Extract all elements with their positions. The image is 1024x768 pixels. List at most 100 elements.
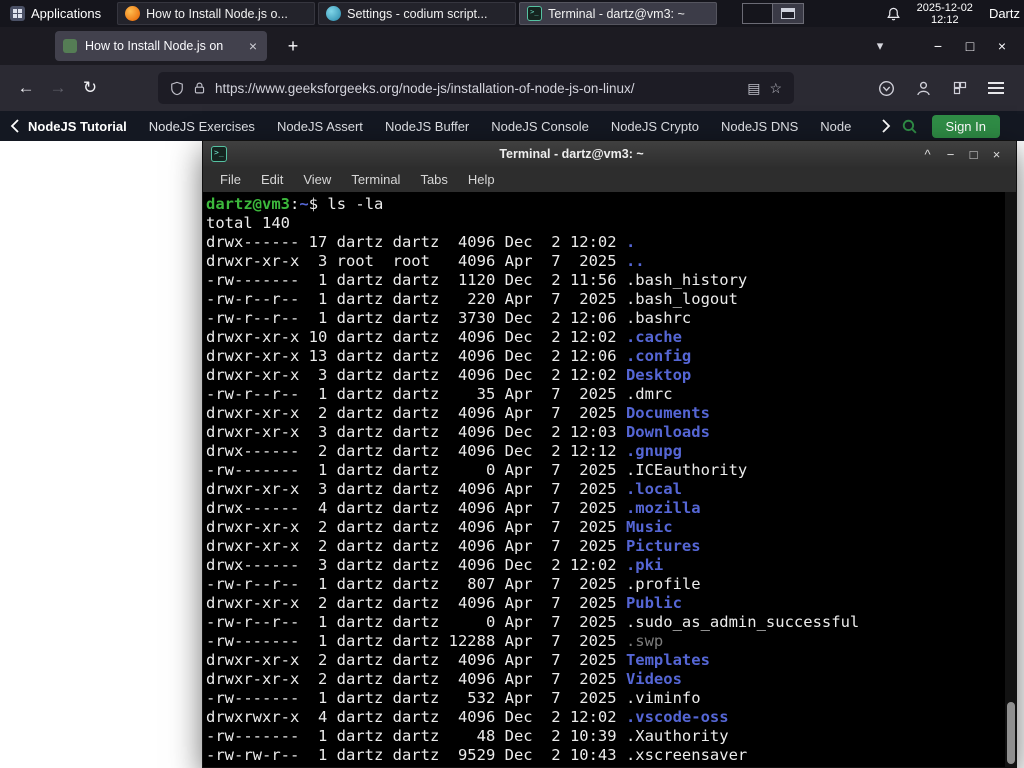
user-session-label[interactable]: Dartz — [989, 6, 1020, 21]
terminal-output-line: drwxr-xr-x 2 dartz dartz 4096 Apr 7 2025… — [206, 537, 701, 555]
terminal-output-line: -rw------- 1 dartz dartz 0 Apr 7 2025 .I… — [206, 461, 748, 479]
terminal-output-line: drwxrwxr-x 4 dartz dartz 4096 Dec 2 12:0… — [206, 708, 729, 726]
terminal-output-line: -rw------- 1 dartz dartz 48 Dec 2 10:39 … — [206, 727, 729, 745]
terminal-maximize-button[interactable]: □ — [962, 147, 985, 162]
tab-favicon — [63, 39, 77, 53]
terminal-total-line: total 140 — [206, 214, 290, 232]
site-nav-item[interactable]: NodeJS DNS — [721, 119, 798, 134]
reload-button[interactable]: ↻ — [74, 72, 106, 104]
terminal-shade-button[interactable]: ^ — [916, 147, 939, 162]
pocket-icon[interactable] — [878, 80, 895, 97]
back-button[interactable]: ← — [10, 72, 42, 104]
prompt-command: ls -la — [318, 195, 384, 213]
site-nav-item[interactable]: NodeJS Buffer — [385, 119, 469, 134]
nav-scroll-left-icon[interactable] — [10, 119, 20, 133]
forward-button[interactable]: → — [42, 72, 74, 104]
terminal-titlebar[interactable]: Terminal - dartz@vm3: ~ ^ − □ × — [203, 141, 1016, 167]
site-nav-bar: NodeJS Tutorial NodeJS Exercises NodeJS … — [0, 111, 1024, 141]
tab-close-button[interactable]: × — [247, 38, 259, 54]
extensions-icon[interactable] — [952, 80, 968, 96]
taskbar-button[interactable]: Settings - codium script... — [318, 2, 517, 25]
terminal-minimize-button[interactable]: − — [939, 147, 962, 162]
tab-title: How to Install Node.js on — [85, 39, 224, 53]
terminal-menu-item[interactable]: File — [211, 169, 250, 190]
workspace-switcher[interactable] — [742, 3, 805, 24]
site-nav-item[interactable]: NodeJS Tutorial — [28, 119, 127, 134]
terminal-output-line: drwxr-xr-x 2 dartz dartz 4096 Apr 7 2025… — [206, 670, 682, 688]
terminal-output-line: -rw-r--r-- 1 dartz dartz 35 Apr 7 2025 .… — [206, 385, 673, 403]
menu-hamburger-icon[interactable] — [988, 79, 1004, 97]
url-bar[interactable]: https://www.geeksforgeeks.org/node-js/in… — [158, 72, 794, 104]
terminal-listing: drwx------ 17 dartz dartz 4096 Dec 2 12:… — [206, 233, 1002, 765]
account-icon[interactable] — [915, 80, 932, 97]
connection-lock-icon[interactable] — [193, 81, 206, 95]
site-nav-item[interactable]: NodeJS Crypto — [611, 119, 699, 134]
terminal-menubar: File Edit View Terminal Tabs Help — [203, 167, 1016, 192]
bookmark-star-icon[interactable]: ☆ — [769, 80, 782, 97]
prompt-colon: : — [290, 195, 300, 213]
sign-in-button[interactable]: Sign In — [931, 114, 1000, 138]
prompt-dollar: $ — [308, 195, 319, 213]
site-nav-item[interactable]: NodeJS Console — [491, 119, 589, 134]
terminal-menu-item[interactable]: Edit — [252, 169, 292, 190]
site-nav-item[interactable]: Node — [820, 119, 851, 134]
terminal-output-line: -rw-rw-r-- 1 dartz dartz 9529 Dec 2 10:4… — [206, 746, 748, 764]
terminal-output-line: -rw-r--r-- 1 dartz dartz 3730 Dec 2 12:0… — [206, 309, 692, 327]
url-text[interactable]: https://www.geeksforgeeks.org/node-js/in… — [215, 81, 738, 96]
terminal-output-line: drwxr-xr-x 3 root root 4096 Apr 7 2025 .… — [206, 252, 645, 270]
prompt-user-host: dartz@vm3 — [206, 195, 290, 213]
terminal-output-line: drwx------ 4 dartz dartz 4096 Apr 7 2025… — [206, 499, 701, 517]
terminal-output-line: drwxr-xr-x 13 dartz dartz 4096 Dec 2 12:… — [206, 347, 692, 365]
task-title: Terminal - dartz@vm3: ~ — [548, 6, 685, 21]
toolbar-right-icons — [878, 79, 1014, 97]
terminal-output-line: drwxr-xr-x 2 dartz dartz 4096 Apr 7 2025… — [206, 594, 682, 612]
workspace-window-thumbnail — [781, 8, 796, 19]
workspace-1[interactable] — [743, 4, 774, 23]
terminal-output-line: drwxr-xr-x 10 dartz dartz 4096 Dec 2 12:… — [206, 328, 682, 346]
reader-view-icon[interactable]: ▤ — [747, 80, 760, 97]
taskbar-button[interactable]: How to Install Node.js o... — [117, 2, 316, 25]
nav-scroll-right-icon[interactable] — [881, 119, 891, 133]
task-title: Settings - codium script... — [347, 6, 488, 21]
browser-minimize-button[interactable]: − — [922, 38, 954, 54]
browser-tab-active[interactable]: How to Install Node.js on × — [55, 31, 267, 61]
terminal-output-line: drwx------ 2 dartz dartz 4096 Dec 2 12:1… — [206, 442, 682, 460]
terminal-menu-item[interactable]: Help — [459, 169, 504, 190]
workspace-2[interactable] — [773, 4, 804, 23]
terminal-close-button[interactable]: × — [985, 147, 1008, 162]
terminal-menu-item[interactable]: View — [294, 169, 340, 190]
terminal-output-line: -rw-r--r-- 1 dartz dartz 807 Apr 7 2025 … — [206, 575, 701, 593]
terminal-scrollbar[interactable] — [1005, 192, 1016, 767]
terminal-output-line: drwxr-xr-x 3 dartz dartz 4096 Dec 2 12:0… — [206, 423, 710, 441]
panel-status-area: 2025-12-02 12:12 Dartz — [886, 2, 1024, 26]
task-app-icon — [527, 6, 543, 21]
terminal-scrollbar-thumb[interactable] — [1007, 702, 1015, 764]
top-panel: Applications How to Install Node.js o...… — [0, 0, 1024, 27]
browser-maximize-button[interactable]: □ — [954, 38, 986, 54]
clock-date: 2025-12-02 — [916, 1, 973, 14]
terminal-output-line: -rw-r--r-- 1 dartz dartz 0 Apr 7 2025 .s… — [206, 613, 860, 631]
site-nav-item[interactable]: NodeJS Exercises — [149, 119, 255, 134]
terminal-menu-item[interactable]: Tabs — [411, 169, 456, 190]
browser-close-button[interactable]: × — [986, 38, 1018, 54]
terminal-output-line: -rw------- 1 dartz dartz 1120 Dec 2 11:5… — [206, 271, 748, 289]
taskbar-button[interactable]: Terminal - dartz@vm3: ~ — [519, 2, 718, 25]
clock-time: 12:12 — [931, 13, 959, 26]
prompt-path: ~ — [299, 195, 309, 213]
applications-menu-button[interactable]: Applications — [0, 0, 111, 27]
terminal-output-line: drwxr-xr-x 2 dartz dartz 4096 Apr 7 2025… — [206, 404, 710, 422]
site-nav-item[interactable]: NodeJS Assert — [277, 119, 363, 134]
applications-grid-icon — [10, 6, 25, 21]
terminal-output-line: drwxr-xr-x 3 dartz dartz 4096 Apr 7 2025… — [206, 480, 682, 498]
terminal-output-line: drwxr-xr-x 2 dartz dartz 4096 Apr 7 2025… — [206, 651, 710, 669]
terminal-menu-item[interactable]: Terminal — [342, 169, 409, 190]
terminal-output-area[interactable]: dartz@vm3:~$ ls -la total 140 drwx------… — [203, 192, 1016, 767]
panel-clock[interactable]: 2025-12-02 12:12 — [917, 2, 973, 26]
new-tab-button[interactable]: + — [279, 32, 307, 60]
notifications-bell-icon[interactable] — [886, 6, 901, 22]
tracking-protection-shield-icon[interactable] — [170, 81, 184, 96]
site-search-icon[interactable] — [901, 118, 918, 135]
desktop: Applications How to Install Node.js o...… — [0, 0, 1024, 768]
list-all-tabs-button[interactable]: ▾ — [866, 38, 894, 54]
terminal-output-line: drwx------ 17 dartz dartz 4096 Dec 2 12:… — [206, 233, 636, 251]
